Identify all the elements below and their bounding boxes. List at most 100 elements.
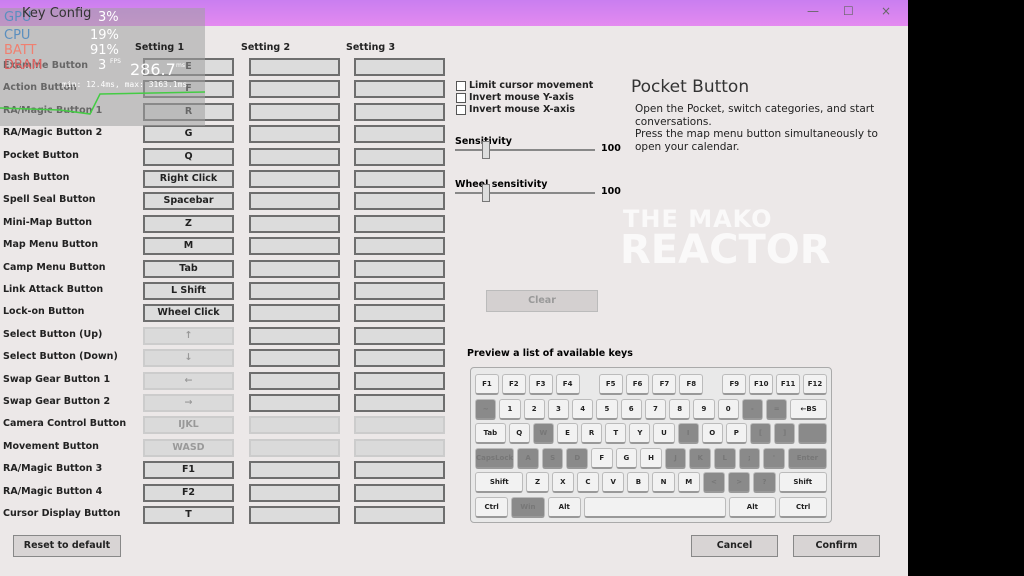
sensitivity-thumb[interactable] bbox=[482, 141, 490, 159]
setting-3-field[interactable] bbox=[354, 80, 445, 99]
setting-2-field[interactable] bbox=[249, 416, 340, 435]
setting-1-field[interactable]: F bbox=[143, 80, 234, 99]
setting-1-field[interactable]: Spacebar bbox=[143, 192, 234, 211]
invert-y-checkbox[interactable]: Invert mouse Y-axis bbox=[456, 92, 574, 103]
setting-2-field[interactable] bbox=[249, 371, 340, 390]
clear-button[interactable]: Clear bbox=[486, 290, 598, 312]
key: Ctrl bbox=[779, 496, 827, 518]
setting-3-field[interactable] bbox=[354, 282, 445, 300]
setting-1-field[interactable]: M bbox=[143, 237, 234, 256]
setting-2-field[interactable] bbox=[249, 237, 340, 256]
setting-2-field[interactable] bbox=[249, 461, 340, 480]
key bbox=[798, 423, 827, 444]
sensitivity-slider-group: Sensitivity 100 bbox=[455, 129, 621, 159]
setting-2-field[interactable] bbox=[249, 394, 340, 412]
key: 5 bbox=[596, 398, 618, 420]
setting-3-field[interactable] bbox=[354, 394, 445, 412]
setting-3-field[interactable] bbox=[354, 326, 445, 345]
key: - bbox=[741, 398, 763, 420]
key: Ctrl bbox=[475, 496, 509, 518]
setting-2-field[interactable] bbox=[249, 349, 340, 368]
binding-label: Swap Gear Button 1 bbox=[3, 373, 111, 385]
setting-3-field[interactable] bbox=[354, 461, 445, 480]
key: ' bbox=[763, 447, 785, 469]
setting-3-field[interactable] bbox=[354, 170, 445, 188]
setting-3-field[interactable] bbox=[354, 416, 445, 435]
setting-1-field[interactable]: F2 bbox=[143, 483, 234, 502]
wheel-sensitivity-thumb[interactable] bbox=[482, 184, 490, 202]
setting-2-field[interactable] bbox=[249, 259, 340, 278]
setting-1-field[interactable]: R bbox=[143, 102, 234, 121]
limit-cursor-checkbox[interactable]: Limit cursor movement bbox=[456, 80, 593, 91]
invert-x-checkbox[interactable]: Invert mouse X-axis bbox=[456, 104, 575, 115]
setting-2-field[interactable] bbox=[249, 58, 340, 76]
key: F2 bbox=[501, 374, 526, 395]
title-bar: Key Config — ☐ × bbox=[0, 0, 908, 26]
key: [ bbox=[749, 423, 772, 444]
setting-3-field[interactable] bbox=[354, 506, 445, 524]
setting-2-field[interactable] bbox=[249, 125, 340, 144]
setting-1-field[interactable]: F1 bbox=[143, 461, 234, 480]
setting-1-field[interactable]: Tab bbox=[143, 259, 234, 278]
setting-3-field[interactable] bbox=[354, 259, 445, 278]
setting-2-field[interactable] bbox=[249, 304, 340, 323]
wheel-sensitivity-track[interactable] bbox=[455, 192, 595, 194]
key: Q bbox=[508, 423, 530, 444]
setting-2-field[interactable] bbox=[249, 438, 340, 457]
key: X bbox=[551, 472, 574, 493]
setting-1-field[interactable]: IJKL bbox=[143, 416, 234, 435]
maximize-button[interactable]: ☐ bbox=[843, 4, 854, 18]
setting-3-field[interactable] bbox=[354, 192, 445, 211]
setting-2-field[interactable] bbox=[249, 80, 340, 99]
checkbox-icon bbox=[456, 92, 466, 103]
setting-1-field[interactable]: ← bbox=[143, 371, 234, 390]
setting-2-field[interactable] bbox=[249, 282, 340, 300]
key: M bbox=[677, 472, 700, 493]
setting-3-field[interactable] bbox=[354, 237, 445, 256]
setting-1-field[interactable]: → bbox=[143, 394, 234, 412]
minimize-button[interactable]: — bbox=[807, 4, 819, 18]
reset-to-default-button[interactable]: Reset to default bbox=[13, 535, 121, 557]
setting-2-field[interactable] bbox=[249, 326, 340, 345]
setting-3-field[interactable] bbox=[354, 349, 445, 368]
setting-1-field[interactable]: WASD bbox=[143, 438, 234, 457]
key: CapsLock bbox=[475, 447, 515, 469]
setting-3-field[interactable] bbox=[354, 125, 445, 144]
confirm-button[interactable]: Confirm bbox=[793, 535, 880, 557]
setting-2-field[interactable] bbox=[249, 147, 340, 166]
key: F12 bbox=[803, 374, 827, 395]
close-button[interactable]: × bbox=[881, 4, 891, 18]
setting-3-field[interactable] bbox=[354, 438, 445, 457]
setting-1-field[interactable]: E bbox=[143, 58, 234, 76]
cancel-button[interactable]: Cancel bbox=[691, 535, 778, 557]
setting-3-field[interactable] bbox=[354, 58, 445, 76]
setting-2-field[interactable] bbox=[249, 102, 340, 121]
sensitivity-track[interactable] bbox=[455, 149, 595, 151]
setting-1-field[interactable]: T bbox=[143, 506, 234, 524]
setting-1-field[interactable]: ↑ bbox=[143, 326, 234, 345]
setting-2-field[interactable] bbox=[249, 506, 340, 524]
key: F6 bbox=[625, 374, 650, 395]
setting-3-field[interactable] bbox=[354, 304, 445, 323]
setting-1-field[interactable]: G bbox=[143, 125, 234, 144]
setting-2-field[interactable] bbox=[249, 170, 340, 188]
setting-2-field[interactable] bbox=[249, 192, 340, 211]
setting-1-field[interactable]: L Shift bbox=[143, 282, 234, 300]
key: F1 bbox=[475, 374, 499, 395]
setting-2-field[interactable] bbox=[249, 214, 340, 233]
setting-3-field[interactable] bbox=[354, 214, 445, 233]
setting-1-field[interactable]: ↓ bbox=[143, 349, 234, 368]
key: 2 bbox=[523, 398, 545, 420]
setting-3-field[interactable] bbox=[354, 483, 445, 502]
setting-1-field[interactable]: Wheel Click bbox=[143, 304, 234, 323]
setting-3-field[interactable] bbox=[354, 371, 445, 390]
key: S bbox=[541, 447, 564, 469]
setting-1-field[interactable]: Z bbox=[143, 214, 234, 233]
setting-3-field[interactable] bbox=[354, 147, 445, 166]
wheel-sensitivity-value: 100 bbox=[601, 186, 621, 197]
setting-2-field[interactable] bbox=[249, 483, 340, 502]
wheel-sensitivity-slider-group: Wheel sensitivity 100 bbox=[455, 172, 621, 202]
setting-1-field[interactable]: Q bbox=[143, 147, 234, 166]
setting-1-field[interactable]: Right Click bbox=[143, 170, 234, 188]
setting-3-field[interactable] bbox=[354, 102, 445, 121]
